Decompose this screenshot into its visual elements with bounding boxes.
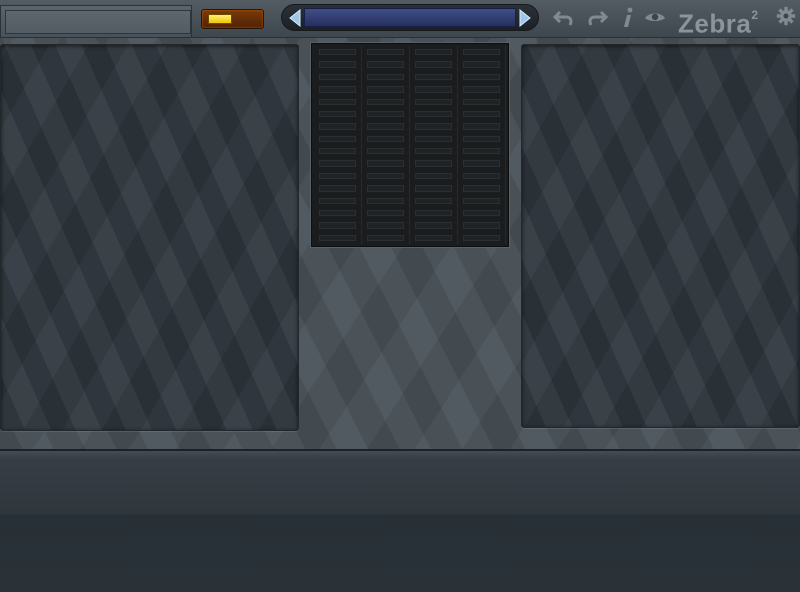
undo-icon[interactable]: [552, 6, 576, 30]
grid-slot[interactable]: [410, 231, 458, 244]
right-module-panel: [521, 44, 800, 428]
grid-slot[interactable]: [314, 58, 362, 71]
grid-slot[interactable]: [314, 83, 362, 96]
grid-slot[interactable]: [314, 231, 362, 244]
grid-slot[interactable]: [410, 157, 458, 170]
grid-slot[interactable]: [314, 132, 362, 145]
grid-slot[interactable]: [314, 95, 362, 108]
grid-slot[interactable]: [410, 206, 458, 220]
grid-slot[interactable]: [362, 182, 410, 195]
grid-slot[interactable]: [458, 194, 506, 207]
grid-slot[interactable]: [410, 145, 458, 158]
grid-slot[interactable]: [314, 182, 362, 195]
grid-slot[interactable]: [314, 194, 362, 207]
grid-slot[interactable]: [410, 58, 458, 71]
info-icon[interactable]: [616, 6, 640, 30]
grid-slot[interactable]: [410, 95, 458, 108]
grid-slot[interactable]: [410, 219, 458, 232]
top-toolbar: Zebra2: [0, 0, 800, 39]
grid-slot[interactable]: [362, 58, 410, 71]
grid-slot[interactable]: [458, 132, 506, 145]
zebra-logo: Zebra2: [678, 3, 759, 39]
grid-slot[interactable]: [458, 182, 506, 195]
grid-slot[interactable]: [410, 46, 458, 59]
grid-slot[interactable]: [458, 169, 506, 183]
logo-version: 2: [751, 8, 759, 22]
gear-icon[interactable]: [776, 6, 796, 26]
preset-name-field[interactable]: [5, 10, 191, 34]
eye-icon[interactable]: [643, 6, 667, 30]
grid-slot[interactable]: [362, 169, 410, 183]
grid-slot[interactable]: [362, 145, 410, 158]
grid-slot[interactable]: [362, 70, 410, 84]
browser-path-field[interactable]: [304, 8, 516, 27]
grid-slot[interactable]: [314, 120, 362, 133]
grid-slot[interactable]: [362, 120, 410, 133]
grid-slot[interactable]: [362, 194, 410, 207]
grid-slot[interactable]: [314, 157, 362, 170]
grid-slot[interactable]: [362, 219, 410, 232]
grid-slot[interactable]: [458, 157, 506, 170]
grid-slot[interactable]: [458, 46, 506, 59]
grid-slot[interactable]: [314, 46, 362, 59]
patch-led-button[interactable]: [201, 9, 264, 29]
preset-browser-bar: [281, 4, 539, 31]
left-module-panel: [0, 44, 299, 431]
grid-slot[interactable]: [314, 219, 362, 232]
grid-slot[interactable]: [410, 194, 458, 207]
preset-tab[interactable]: [0, 5, 192, 37]
grid-slot[interactable]: [314, 169, 362, 183]
grid-slot[interactable]: [362, 132, 410, 145]
grid-slot[interactable]: [362, 46, 410, 59]
grid-slot[interactable]: [314, 145, 362, 158]
grid-slot[interactable]: [458, 70, 506, 84]
grid-slot[interactable]: [458, 219, 506, 232]
right-arrow-icon[interactable]: [518, 9, 532, 27]
lower-panel: [0, 449, 800, 592]
grid-slot[interactable]: [314, 70, 362, 84]
grid-slot[interactable]: [458, 58, 506, 71]
left-arrow-icon[interactable]: [288, 9, 302, 27]
grid-slot[interactable]: [362, 107, 410, 121]
grid-slot[interactable]: [362, 83, 410, 96]
grid-slot[interactable]: [458, 145, 506, 158]
grid-slot[interactable]: [410, 132, 458, 145]
redo-icon[interactable]: [585, 6, 609, 30]
grid-slot[interactable]: [410, 70, 458, 84]
grid-slot[interactable]: [362, 231, 410, 244]
synth-window: { "toolbar": { "preset_name": "", "brows…: [0, 0, 800, 592]
grid-slot[interactable]: [458, 83, 506, 96]
grid-slot[interactable]: [458, 95, 506, 108]
grid-slot[interactable]: [314, 107, 362, 121]
grid-slot[interactable]: [410, 83, 458, 96]
grid-slot[interactable]: [362, 206, 410, 220]
grid-slot[interactable]: [410, 169, 458, 183]
grid-slot[interactable]: [410, 107, 458, 121]
grid-slot[interactable]: [458, 120, 506, 133]
grid-slot[interactable]: [458, 206, 506, 220]
grid-slot[interactable]: [410, 120, 458, 133]
grid-module-panel: [311, 43, 509, 247]
grid-slot[interactable]: [458, 231, 506, 244]
grid-slot[interactable]: [362, 157, 410, 170]
logo-text: Zebra: [678, 8, 752, 39]
led-indicator: [208, 14, 232, 24]
grid-slot[interactable]: [410, 182, 458, 195]
grid-slot[interactable]: [314, 206, 362, 220]
grid-slot[interactable]: [458, 107, 506, 121]
grid-slot[interactable]: [362, 95, 410, 108]
